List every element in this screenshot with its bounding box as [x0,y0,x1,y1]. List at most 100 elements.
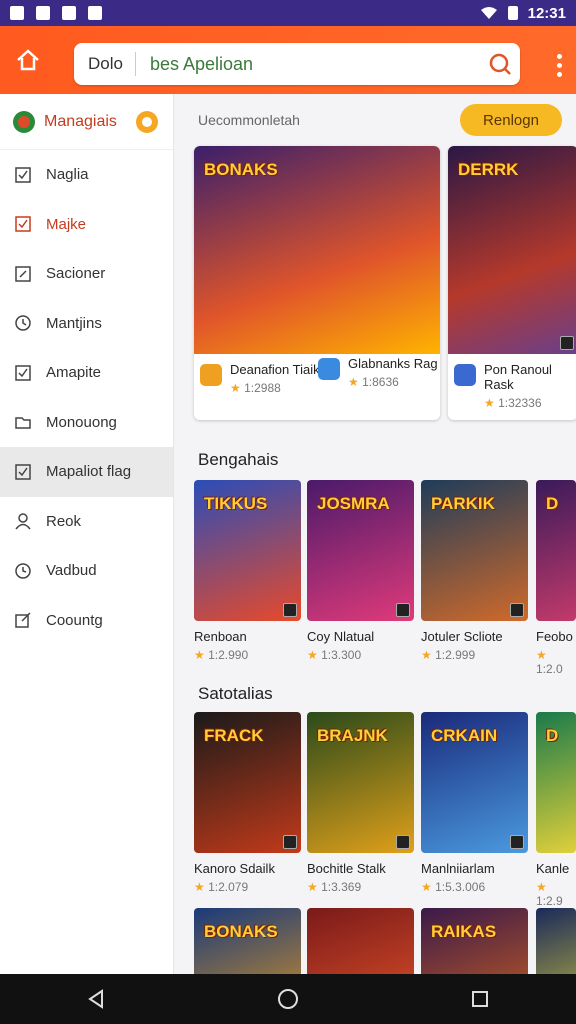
sidebar-item[interactable]: Reok [0,497,173,547]
game-cover-art: PARKIK [421,480,528,621]
game-tile[interactable]: PARKIK Jotuler Scliote ★ 1:2.999 [421,480,528,662]
search-input[interactable]: bes Apelioan [136,54,480,75]
sidebar-item-label: Reok [46,512,82,530]
sidebar-item[interactable]: Naglia [0,150,173,200]
cover-title-art: FRACK [204,726,264,745]
game-name: Bochitle Stalk [307,861,386,876]
sidebar-header[interactable]: Managiais [0,94,173,150]
wifi-icon [480,7,497,19]
star-icon: ★ [307,880,318,894]
star-icon: ★ [484,396,495,410]
recents-icon[interactable] [470,989,490,1009]
sidebar-item-label: Monouong [46,413,117,431]
action-button[interactable]: Renlogn [460,104,562,136]
star-icon: ★ [307,648,318,662]
app-logo-icon [13,110,35,133]
sidebar: Managiais Naglia Majke Sacioner Mantjins… [0,94,174,974]
sidebar-item[interactable]: Majke [0,200,173,250]
game-rating: 1:2.0 [536,662,563,676]
game-name: Kanle [536,861,570,876]
game-cover-art: DERRK [448,146,576,354]
sidebar-item-selected[interactable]: Mapaliot flag [0,447,173,497]
game-tile[interactable] [536,908,576,974]
checkbox-icon [15,167,31,183]
sidebar-item[interactable]: Amapite [0,348,173,398]
cover-title-art: DERRK [458,160,519,179]
notification-icon [62,6,76,20]
sidebar-item[interactable]: Sacioner [0,249,173,299]
cover-title-art: TIKKUS [204,494,268,513]
sidebar-header-label: Managiais [44,112,117,130]
game-cover-art [536,908,576,974]
star-icon: ★ [421,648,432,662]
badge-icon [396,835,410,849]
app-icon [454,364,476,386]
game-name: Glabnanks Rag [348,356,438,371]
game-rating: 1:2.079 [208,880,249,894]
settings-gear-icon[interactable] [135,110,159,134]
cover-title-art: PARKIK [431,494,495,513]
overflow-menu-icon[interactable] [557,54,562,77]
star-icon: ★ [230,381,241,395]
cover-title-art: BONAKS [204,922,278,941]
cover-title-art: D [546,726,559,745]
checkbox-icon [15,464,31,480]
game-rating: 1:5.3.006 [435,880,486,894]
game-name: Coy Nlatual [307,629,375,644]
game-tile[interactable] [307,908,414,974]
app-bar: Dolo bes Apelioan [0,26,576,94]
game-tile[interactable]: D Kanle ★ 1:2.9 [536,712,576,908]
star-icon: ★ [194,648,205,662]
section-title: Satotalias [198,684,273,703]
game-tile[interactable]: TIKKUS Renboan ★ 1:2.990 [194,480,301,662]
game-tile[interactable]: JOSMRA Coy Nlatual ★ 1:3.300 [307,480,414,662]
featured-card-secondary[interactable]: Glabnanks Rag ★ 1:8636 [318,356,438,390]
cover-title-art: BONAKS [204,160,278,179]
sidebar-item[interactable]: Vadbud [0,546,173,596]
game-rating: 1:2.990 [208,648,249,662]
cover-title-art: BRAJNK [317,726,388,745]
sidebar-item-label: Sacioner [46,265,106,283]
cover-title-art: CRKAIN [431,726,498,745]
sidebar-item[interactable]: Coountg [0,596,173,646]
game-rating: 1:2.999 [435,648,476,662]
game-tile[interactable]: BONAKS [194,908,301,974]
game-name: Jotuler Scliote [421,629,503,644]
game-rating: 1:2988 [244,381,281,395]
history-icon [15,563,31,579]
sidebar-item[interactable]: Mantjins [0,299,173,349]
game-name: Manlniiarlam [421,861,495,876]
sidebar-item[interactable]: Monouong [0,398,173,448]
search-icon[interactable] [480,52,520,76]
game-tile[interactable]: CRKAIN Manlniiarlam ★ 1:5.3.006 [421,712,528,894]
game-cover-art: FRACK [194,712,301,853]
game-cover-art: CRKAIN [421,712,528,853]
back-icon[interactable] [86,989,106,1009]
game-cover-art: JOSMRA [307,480,414,621]
game-cover-art: BRAJNK [307,712,414,853]
featured-card[interactable]: DERRK Pon Ranoul Rask ★ 1:32336 [448,146,576,420]
game-tile[interactable]: FRACK Kanoro Sdailk ★ 1:2.079 [194,712,301,894]
search-bar[interactable]: Dolo bes Apelioan [74,43,520,85]
person-icon [15,513,31,530]
home-circle-icon[interactable] [277,988,299,1010]
home-button[interactable] [0,26,56,94]
game-tile[interactable]: BRAJNK Bochitle Stalk ★ 1:3.369 [307,712,414,894]
sidebar-item-label: Vadbud [46,562,97,580]
game-name: Kanoro Sdailk [194,861,275,876]
notification-icon [88,6,102,20]
app-icon [318,358,340,380]
sidebar-item-label: Coountg [46,611,103,629]
game-name: Feobo [536,629,573,644]
folder-icon [15,417,31,429]
game-tile[interactable]: D Feobo ★ 1:2.0 [536,480,576,676]
game-name: Pon Ranoul Rask [484,362,552,392]
main-content: Uecommonletah Renlogn BONAKS Deanafion T… [174,94,576,974]
app-icon [200,364,222,386]
cover-title-art: JOSMRA [317,494,390,513]
clock: 12:31 [527,4,566,22]
game-name: Renboan [194,629,247,644]
game-tile[interactable]: RAIKAS [421,908,528,974]
notification-icon [10,6,24,20]
game-cover-art: TIKKUS [194,480,301,621]
